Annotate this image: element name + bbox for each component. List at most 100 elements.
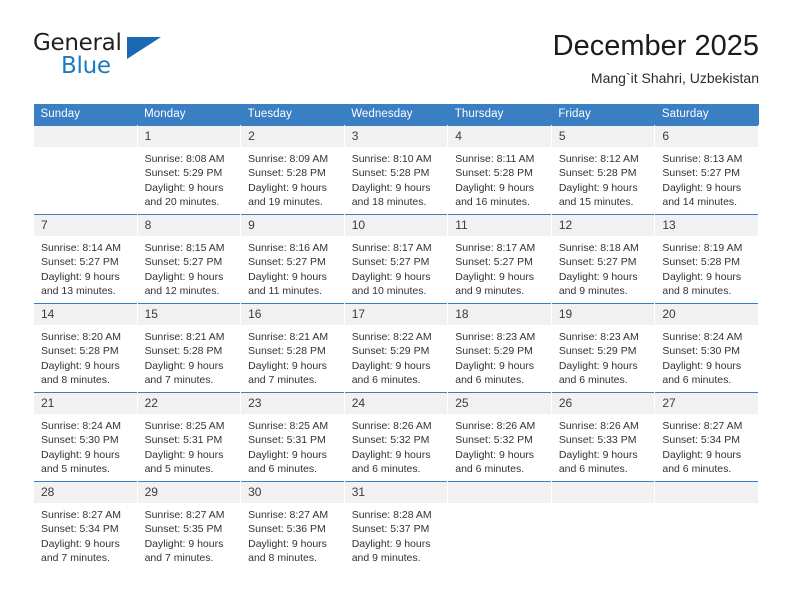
daylight-duration-line2: and 7 minutes. bbox=[144, 552, 214, 565]
sunset-time: Sunset: 5:27 PM bbox=[144, 256, 223, 269]
calendar-day-cell[interactable]: 22 Sunrise: 8:25 AM Sunset: 5:31 PM Dayligh… bbox=[136, 392, 242, 482]
calendar-day-cell[interactable]: 8 Sunrise: 8:15 AM Sunset: 5:27 PM Daylight… bbox=[136, 214, 242, 304]
calendar-day-cell[interactable]: 1 Sunrise: 8:08 AM Sunset: 5:29 PM Daylight… bbox=[136, 125, 242, 215]
day-number: 24 bbox=[344, 393, 448, 414]
sunrise-time: Sunrise: 8:24 AM bbox=[662, 331, 743, 343]
calendar-day-cell[interactable]: 26 Sunrise: 8:26 AM Sunset: 5:33 PM Dayligh… bbox=[550, 392, 656, 482]
calendar-day-cell[interactable]: 19 Sunrise: 8:23 AM Sunset: 5:29 PM Dayligh… bbox=[550, 303, 656, 393]
sunrise-time: Sunrise: 8:27 AM bbox=[41, 509, 121, 521]
sunrise-time: Sunrise: 8:08 AM bbox=[144, 153, 225, 165]
day-number bbox=[34, 126, 137, 147]
daylight-duration-line1: Daylight: 9 hours bbox=[558, 359, 638, 372]
daylight-duration-line2: and 6 minutes. bbox=[662, 374, 732, 387]
sunset-time: Sunset: 5:33 PM bbox=[558, 434, 637, 447]
calendar-day-cell[interactable]: 24 Sunrise: 8:26 AM Sunset: 5:32 PM Dayligh… bbox=[343, 392, 449, 482]
daylight-duration-line2: and 9 minutes. bbox=[455, 285, 525, 298]
day-number: 29 bbox=[137, 482, 241, 503]
day-details: Sunrise: 8:27 AM Sunset: 5:36 PM Daylight:… bbox=[241, 503, 344, 566]
sunset-time: Sunset: 5:28 PM bbox=[248, 345, 326, 358]
calendar-day-cell[interactable]: 30 Sunrise: 8:27 AM Sunset: 5:36 PM Dayligh… bbox=[240, 481, 345, 571]
daylight-duration-line1: Daylight: 9 hours bbox=[144, 537, 224, 550]
day-details: Sunrise: 8:25 AM Sunset: 5:31 PM Daylight:… bbox=[241, 414, 344, 477]
day-number: 6 bbox=[655, 126, 758, 147]
sunrise-time: Sunrise: 8:18 AM bbox=[558, 242, 639, 254]
day-number: 26 bbox=[551, 393, 655, 414]
calendar-day-cell[interactable]: 20 Sunrise: 8:24 AM Sunset: 5:30 PM Dayligh… bbox=[654, 303, 759, 393]
sunrise-time: Sunrise: 8:27 AM bbox=[662, 420, 743, 432]
daylight-duration-line1: Daylight: 9 hours bbox=[455, 181, 535, 194]
day-number: 8 bbox=[137, 215, 241, 236]
calendar-day-cell[interactable]: 2 Sunrise: 8:09 AM Sunset: 5:28 PM Daylight… bbox=[240, 125, 345, 215]
calendar-day-cell[interactable]: 23 Sunrise: 8:25 AM Sunset: 5:31 PM Dayligh… bbox=[240, 392, 345, 482]
daylight-duration-line2: and 8 minutes. bbox=[248, 552, 318, 565]
day-number: 4 bbox=[448, 126, 551, 147]
day-details: Sunrise: 8:23 AM Sunset: 5:29 PM Daylight:… bbox=[552, 325, 655, 388]
daylight-duration-line1: Daylight: 9 hours bbox=[662, 270, 742, 283]
calendar-day-cell[interactable]: 16 Sunrise: 8:21 AM Sunset: 5:28 PM Dayligh… bbox=[240, 303, 345, 393]
day-number: 25 bbox=[448, 393, 551, 414]
calendar-day-cell[interactable]: 5 Sunrise: 8:12 AM Sunset: 5:28 PM Daylight… bbox=[550, 125, 656, 215]
daylight-duration-line2: and 6 minutes. bbox=[248, 463, 318, 476]
sunrise-time: Sunrise: 8:28 AM bbox=[351, 509, 432, 521]
daylight-duration-line2: and 6 minutes. bbox=[662, 463, 732, 476]
calendar-day-cell[interactable]: 25 Sunrise: 8:26 AM Sunset: 5:32 PM Dayligh… bbox=[447, 392, 552, 482]
sunset-time: Sunset: 5:27 PM bbox=[455, 256, 533, 269]
calendar-day-cell[interactable]: 27 Sunrise: 8:27 AM Sunset: 5:34 PM Dayligh… bbox=[654, 392, 759, 482]
calendar-day-cell[interactable]: 4 Sunrise: 8:11 AM Sunset: 5:28 PM Daylight… bbox=[447, 125, 552, 215]
sunset-time: Sunset: 5:30 PM bbox=[662, 345, 741, 358]
calendar-day-cell[interactable]: 29 Sunrise: 8:27 AM Sunset: 5:35 PM Dayligh… bbox=[136, 481, 242, 571]
daylight-duration-line2: and 6 minutes. bbox=[455, 463, 525, 476]
sunset-time: Sunset: 5:35 PM bbox=[144, 523, 223, 536]
daylight-duration-line2: and 7 minutes. bbox=[144, 374, 214, 387]
daylight-duration-line2: and 7 minutes. bbox=[248, 374, 318, 387]
calendar-day-cell[interactable]: 14 Sunrise: 8:20 AM Sunset: 5:28 PM Dayligh… bbox=[33, 303, 138, 393]
day-number: 15 bbox=[137, 304, 241, 325]
calendar-day-cell[interactable]: 13 Sunrise: 8:19 AM Sunset: 5:28 PM Dayligh… bbox=[654, 214, 759, 304]
calendar-day-cell[interactable]: 15 Sunrise: 8:21 AM Sunset: 5:28 PM Dayligh… bbox=[136, 303, 242, 393]
daylight-duration-line2: and 5 minutes. bbox=[41, 463, 110, 476]
sunrise-time: Sunrise: 8:25 AM bbox=[248, 420, 329, 432]
weekday-header-tuesday: Tuesday bbox=[240, 104, 345, 126]
page-subtitle: Mang`it Shahri, Uzbekistan bbox=[590, 70, 759, 86]
daylight-duration-line2: and 11 minutes. bbox=[248, 285, 323, 298]
calendar-week-row: 14 Sunrise: 8:20 AM Sunset: 5:28 PM Dayligh… bbox=[33, 303, 759, 393]
calendar-day-cell[interactable]: 6 Sunrise: 8:13 AM Sunset: 5:27 PM Daylight… bbox=[654, 125, 759, 215]
calendar-day-cell[interactable]: 7 Sunrise: 8:14 AM Sunset: 5:27 PM Daylight… bbox=[33, 214, 138, 304]
sunrise-time: Sunrise: 8:17 AM bbox=[351, 242, 432, 254]
daylight-duration-line1: Daylight: 9 hours bbox=[455, 270, 535, 283]
day-number: 18 bbox=[448, 304, 551, 325]
daylight-duration-line1: Daylight: 9 hours bbox=[558, 181, 638, 194]
day-number: 10 bbox=[344, 215, 448, 236]
calendar-day-cell[interactable]: 28 Sunrise: 8:27 AM Sunset: 5:34 PM Dayligh… bbox=[33, 481, 138, 571]
day-number: 12 bbox=[551, 215, 655, 236]
day-details: Sunrise: 8:09 AM Sunset: 5:28 PM Daylight:… bbox=[241, 147, 344, 210]
calendar-day-cell[interactable]: 21 Sunrise: 8:24 AM Sunset: 5:30 PM Dayligh… bbox=[33, 392, 138, 482]
calendar-day-cell[interactable]: 3 Sunrise: 8:10 AM Sunset: 5:28 PM Daylight… bbox=[343, 125, 449, 215]
day-details: Sunrise: 8:11 AM Sunset: 5:28 PM Daylight:… bbox=[448, 147, 551, 210]
sunset-time: Sunset: 5:28 PM bbox=[248, 167, 326, 180]
weekday-header-monday: Monday bbox=[137, 104, 241, 126]
day-number: 1 bbox=[137, 126, 241, 147]
general-blue-logo[interactable]: General Blue bbox=[33, 28, 233, 86]
sunset-time: Sunset: 5:28 PM bbox=[144, 345, 223, 358]
calendar-day-cell[interactable]: 10 Sunrise: 8:17 AM Sunset: 5:27 PM Dayligh… bbox=[343, 214, 449, 304]
daylight-duration-line1: Daylight: 9 hours bbox=[144, 181, 224, 194]
day-details: Sunrise: 8:17 AM Sunset: 5:27 PM Daylight:… bbox=[448, 236, 551, 299]
daylight-duration-line1: Daylight: 9 hours bbox=[662, 359, 742, 372]
daylight-duration-line1: Daylight: 9 hours bbox=[351, 537, 431, 550]
daylight-duration-line2: and 20 minutes. bbox=[144, 196, 220, 209]
day-number: 5 bbox=[551, 126, 655, 147]
calendar-day-cell[interactable]: 11 Sunrise: 8:17 AM Sunset: 5:27 PM Dayligh… bbox=[447, 214, 552, 304]
sunrise-time: Sunrise: 8:15 AM bbox=[144, 242, 225, 254]
calendar-cell-empty bbox=[654, 481, 759, 571]
calendar-day-cell[interactable]: 31 Sunrise: 8:28 AM Sunset: 5:37 PM Dayligh… bbox=[343, 481, 449, 571]
daylight-duration-line1: Daylight: 9 hours bbox=[144, 448, 224, 461]
calendar-day-cell[interactable]: 9 Sunrise: 8:16 AM Sunset: 5:27 PM Daylight… bbox=[240, 214, 345, 304]
day-details: Sunrise: 8:27 AM Sunset: 5:34 PM Daylight:… bbox=[34, 503, 137, 566]
calendar-day-cell[interactable]: 18 Sunrise: 8:23 AM Sunset: 5:29 PM Dayligh… bbox=[447, 303, 552, 393]
sunrise-time: Sunrise: 8:21 AM bbox=[144, 331, 225, 343]
calendar-page: General Blue December 2025 Mang`it Shahr… bbox=[0, 0, 792, 612]
calendar-day-cell[interactable]: 12 Sunrise: 8:18 AM Sunset: 5:27 PM Dayligh… bbox=[550, 214, 656, 304]
day-number: 13 bbox=[655, 215, 758, 236]
calendar-day-cell[interactable]: 17 Sunrise: 8:22 AM Sunset: 5:29 PM Dayligh… bbox=[343, 303, 449, 393]
